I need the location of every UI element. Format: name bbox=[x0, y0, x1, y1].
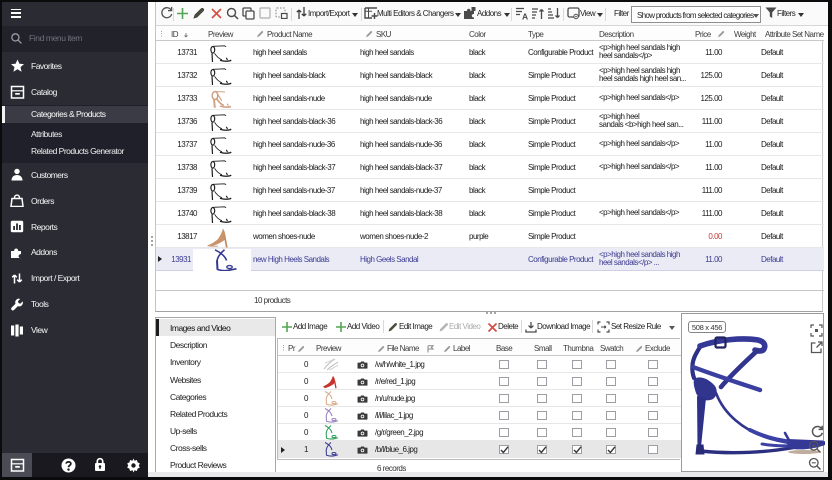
svg-text:A: A bbox=[522, 11, 528, 20]
